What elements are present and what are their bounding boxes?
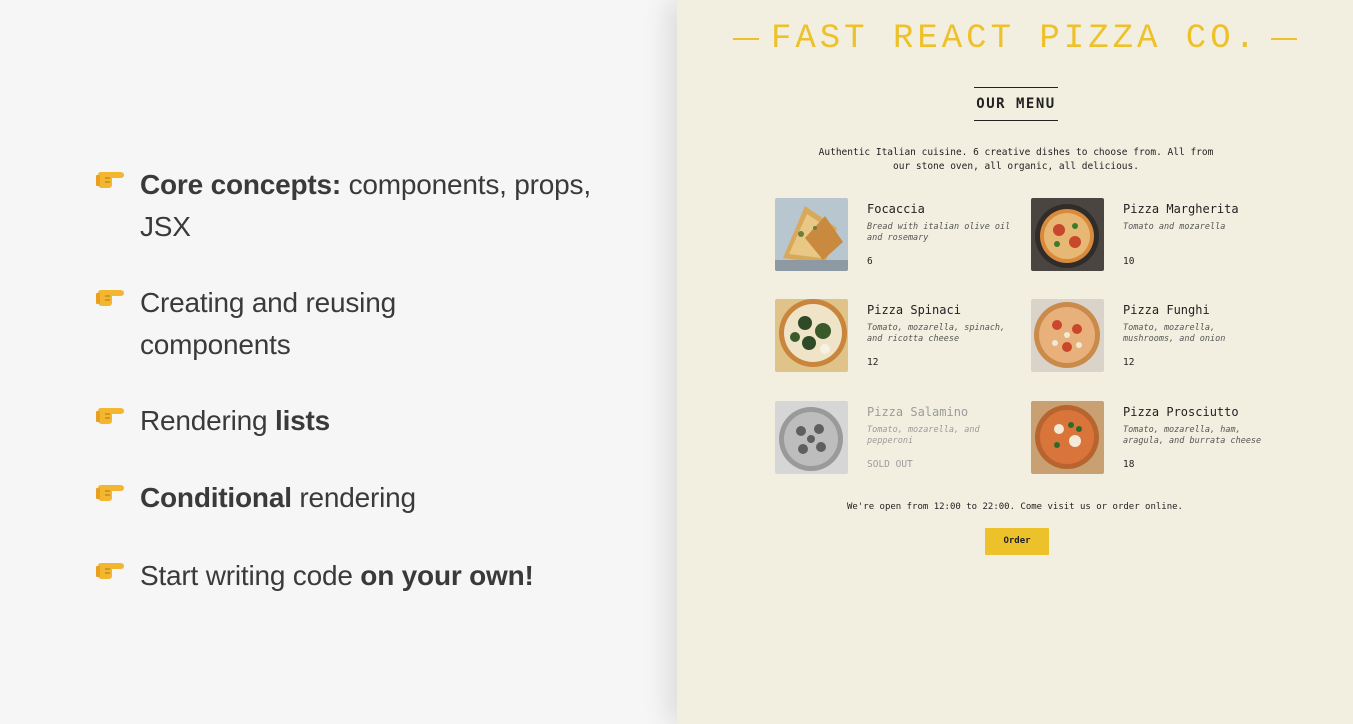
pizza-photo (1031, 401, 1104, 474)
bullet-text: Creating and reusing components (140, 282, 440, 366)
pizza-photo (1031, 198, 1104, 271)
slide-panel: Core concepts: components, props, JSX Cr… (0, 0, 677, 724)
bullet-writing-code: Start writing code on your own! (96, 555, 596, 597)
bullet-rest: Creating and reusing components (140, 287, 396, 360)
pointing-hand-icon (96, 172, 124, 188)
bullet-bold: Conditional (140, 482, 292, 513)
bullet-text: Start writing code on your own! (140, 555, 534, 597)
pizza-item: Pizza Funghi Tomato, mozarella, mushroom… (1031, 299, 1271, 375)
bullet-text: Rendering lists (140, 400, 330, 442)
pointing-hand-icon (96, 563, 124, 579)
pizza-ingredients: Tomato, mozarella, spinach, and ricotta … (867, 323, 1006, 344)
pizza-price: 18 (1123, 459, 1135, 470)
pizza-price: 12 (867, 357, 879, 368)
pizza-price: 6 (867, 256, 873, 267)
bullet-text: Conditional rendering (140, 477, 416, 519)
pizza-photo (775, 401, 848, 474)
pizza-ingredients: Tomato, mozarella, mushrooms, and onion (1123, 323, 1226, 344)
pizza-name: Pizza Margherita (1123, 202, 1239, 216)
pizza-item: Pizza Spinaci Tomato, mozarella, spinach… (775, 299, 1015, 375)
pizza-name: Pizza Prosciutto (1123, 405, 1239, 419)
pizza-item: Focaccia Bread with italian olive oil an… (775, 198, 1015, 274)
bullet-conditional-rendering: Conditional rendering (96, 477, 596, 519)
pizza-ingredients: Tomato, mozarella, ham, aragula, and bur… (1123, 425, 1262, 446)
bullet-rest: Rendering (140, 405, 275, 436)
bullet-bold: lists (274, 405, 331, 436)
bullet-bold: Core concepts: (140, 169, 342, 200)
opening-hours: We're open from 12:00 to 22:00. Come vis… (847, 502, 1183, 512)
pizza-item: Pizza Margherita Tomato and mozarella 10 (1031, 198, 1271, 274)
menu-intro: Authentic Italian cuisine. 6 creative di… (818, 147, 1214, 172)
pizza-item: Pizza Prosciutto Tomato, mozarella, ham,… (1031, 401, 1271, 477)
pointing-hand-icon (96, 485, 124, 501)
sold-out-label: SOLD OUT (867, 459, 913, 470)
header-dash-right (1271, 38, 1298, 40)
pointing-hand-icon (96, 408, 124, 424)
page: Core concepts: components, props, JSX Cr… (0, 0, 1353, 724)
bullet-rendering-lists: Rendering lists (96, 400, 596, 442)
pizza-name: Pizza Salamino (867, 405, 969, 419)
pizza-photo (775, 299, 848, 372)
pizza-photo (1031, 299, 1104, 372)
pizza-name: Pizza Spinaci (867, 303, 961, 317)
pizza-name: Focaccia (867, 202, 925, 216)
app-title: FAST REACT PIZZA CO. (770, 20, 1260, 58)
pointing-hand-icon (96, 290, 124, 306)
bullet-rest: rendering (291, 482, 416, 513)
bullet-rest: Start writing code (140, 560, 361, 591)
order-button[interactable]: Order (985, 528, 1049, 555)
pizza-name: Pizza Funghi (1123, 303, 1210, 317)
bullet-core-concepts: Core concepts: components, props, JSX (96, 164, 596, 248)
pizza-ingredients: Bread with italian olive oil and rosemar… (867, 222, 1011, 243)
pizza-ingredients: Tomato, mozarella, and pepperoni (867, 425, 980, 446)
pizza-price: 10 (1123, 256, 1135, 267)
bullet-text: Core concepts: components, props, JSX (140, 164, 596, 248)
bullet-creating-components: Creating and reusing components (96, 282, 596, 366)
menu-heading: OUR MENU (974, 87, 1058, 121)
pizza-photo (775, 198, 848, 271)
app-header: FAST REACT PIZZA CO. (677, 18, 1353, 60)
header-dash-left (732, 38, 759, 40)
pizza-ingredients: Tomato and mozarella (1123, 222, 1226, 232)
pizza-price: 12 (1123, 357, 1135, 368)
bullet-bold: on your own! (360, 560, 534, 591)
pizza-item-sold-out: Pizza Salamino Tomato, mozarella, and pe… (775, 401, 1015, 477)
pizza-app: FAST REACT PIZZA CO. OUR MENU Authentic … (677, 0, 1353, 724)
